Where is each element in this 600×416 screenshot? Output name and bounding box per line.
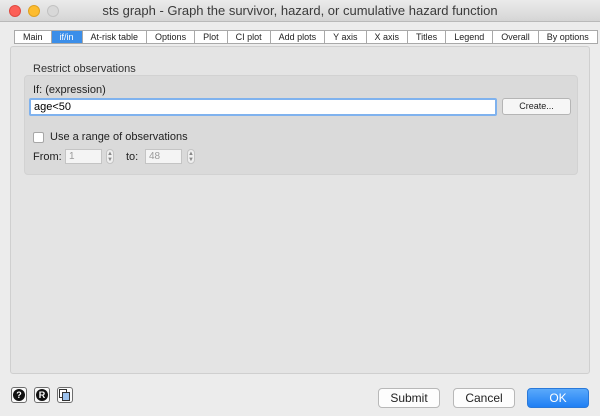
from-label: From: xyxy=(33,151,62,163)
if-expression-label: If: (expression) xyxy=(33,84,106,96)
use-range-checkbox[interactable] xyxy=(33,132,44,143)
tab-overall[interactable]: Overall xyxy=(493,31,539,43)
from-input[interactable]: 1 xyxy=(65,149,102,164)
restrict-group-title: Restrict observations xyxy=(33,63,136,75)
copy-icon xyxy=(59,389,70,401)
window-title: sts graph - Graph the survivor, hazard, … xyxy=(102,3,498,18)
question-icon: ? xyxy=(13,389,25,401)
ok-button[interactable]: OK xyxy=(527,388,589,408)
reset-button[interactable]: R xyxy=(34,387,50,403)
tab-plot[interactable]: Plot xyxy=(195,31,228,43)
use-range-label: Use a range of observations xyxy=(50,131,188,143)
tab-y-axis[interactable]: Y axis xyxy=(325,31,367,43)
tab-add-plots[interactable]: Add plots xyxy=(271,31,326,43)
to-label: to: xyxy=(126,151,139,163)
create-button[interactable]: Create... xyxy=(502,98,571,115)
tab-by-options[interactable]: By options xyxy=(539,31,597,43)
tab-options[interactable]: Options xyxy=(147,31,196,43)
r-icon: R xyxy=(36,389,48,401)
tab-if-in[interactable]: if/in xyxy=(51,31,83,43)
tab-x-axis[interactable]: X axis xyxy=(367,31,409,43)
help-button[interactable]: ? xyxy=(11,387,27,403)
tab-titles[interactable]: Titles xyxy=(408,31,447,43)
to-input[interactable]: 48 xyxy=(145,149,182,164)
submit-button[interactable]: Submit xyxy=(378,388,440,408)
tab-ci-plot[interactable]: CI plot xyxy=(228,31,271,43)
copy-button[interactable] xyxy=(57,387,73,403)
tab-legend[interactable]: Legend xyxy=(446,31,494,43)
to-stepper[interactable]: ▲ ▼ xyxy=(187,149,195,164)
title-bar: sts graph - Graph the survivor, hazard, … xyxy=(0,0,600,22)
if-expression-input[interactable]: age<50 xyxy=(29,98,497,116)
tab-main[interactable]: Main xyxy=(15,31,52,43)
tab-at-risk-table[interactable]: At-risk table xyxy=(83,31,148,43)
cancel-button[interactable]: Cancel xyxy=(453,388,515,408)
from-stepper[interactable]: ▲ ▼ xyxy=(106,149,114,164)
tab-bar: Main if/in At-risk table Options Plot CI plot… xyxy=(14,30,598,44)
